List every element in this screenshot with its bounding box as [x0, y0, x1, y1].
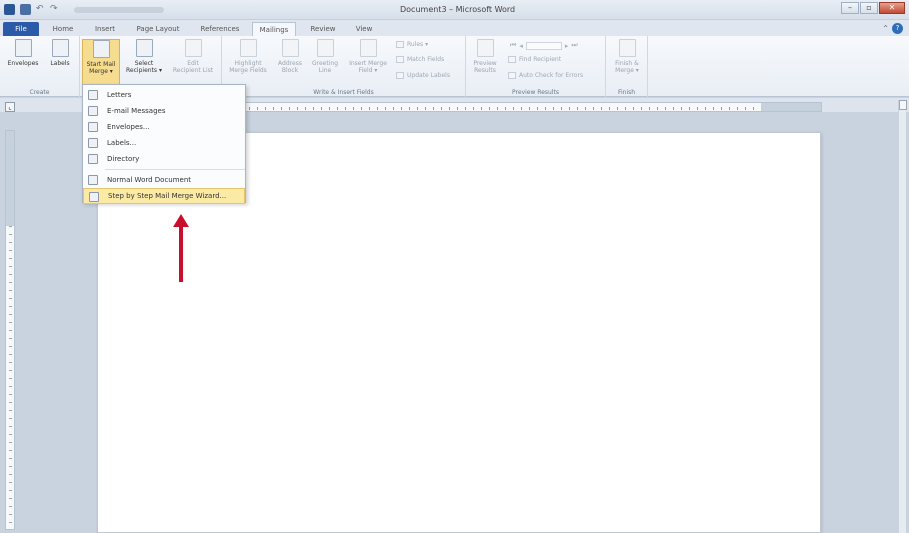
- menu-item-labels[interactable]: Labels...: [83, 135, 245, 151]
- tab-selector-icon[interactable]: ⌞: [5, 102, 15, 112]
- update-labels-button[interactable]: Update Labels: [396, 72, 450, 79]
- menu-item-normal-word-document[interactable]: Normal Word Document: [83, 172, 245, 188]
- find-icon: [508, 56, 516, 63]
- tab-file[interactable]: File: [3, 22, 39, 36]
- tab-review[interactable]: Review: [304, 22, 342, 36]
- group-label-finish: Finish: [617, 89, 636, 96]
- menu-separator: [105, 169, 245, 170]
- word-document-icon: [88, 175, 98, 185]
- select-recipients-button[interactable]: Select Recipients ▾: [122, 39, 166, 74]
- group-write-insert-fields: Highlight Merge Fields Address Block Gre…: [222, 36, 466, 97]
- tab-mailings[interactable]: Mailings: [252, 22, 296, 36]
- group-label-write: Write & Insert Fields: [313, 89, 374, 96]
- word-app-icon[interactable]: [4, 4, 15, 15]
- blurred-text: [74, 6, 164, 13]
- preview-results-button[interactable]: Preview Results: [468, 39, 502, 74]
- tab-references[interactable]: References: [194, 22, 246, 36]
- check-errors-icon: [508, 72, 516, 79]
- auto-check-errors-button[interactable]: Auto Check for Errors: [508, 72, 583, 79]
- wizard-icon: [89, 192, 99, 202]
- undo-icon[interactable]: ↶: [36, 4, 45, 15]
- greeting-line-icon: [316, 39, 334, 57]
- address-block-icon: [281, 39, 299, 57]
- vertical-ruler[interactable]: [5, 130, 15, 530]
- start-mail-merge-button[interactable]: Start Mail Merge ▾: [82, 39, 120, 87]
- finish-merge-button[interactable]: Finish & Merge ▾: [610, 39, 644, 74]
- view-ruler-icon[interactable]: [899, 100, 907, 110]
- group-label-preview: Preview Results: [512, 89, 559, 96]
- menu-item-mail-merge-wizard[interactable]: Step by Step Mail Merge Wizard...: [83, 188, 245, 204]
- menu-item-envelopes[interactable]: Envelopes...: [83, 119, 245, 135]
- ribbon-collapse-icon[interactable]: ⌃: [882, 24, 889, 33]
- tab-view[interactable]: View: [348, 22, 380, 36]
- email-icon: [88, 106, 98, 116]
- find-recipient-button[interactable]: Find Recipient: [508, 56, 561, 63]
- window-controls: – ▫ ✕: [841, 2, 905, 14]
- start-mail-merge-menu: Letters E-mail Messages Envelopes... Lab…: [82, 84, 246, 204]
- tab-home[interactable]: Home: [46, 22, 80, 36]
- labels-button[interactable]: Labels: [46, 39, 74, 67]
- menu-item-letters[interactable]: Letters: [83, 87, 245, 103]
- close-button[interactable]: ✕: [879, 2, 905, 14]
- preview-icon: [476, 39, 494, 57]
- edit-list-icon: [184, 39, 202, 57]
- insert-merge-field-button[interactable]: Insert Merge Field ▾: [344, 39, 392, 74]
- group-finish: Finish & Merge ▾ Finish: [606, 36, 648, 97]
- rules-button[interactable]: Rules ▾: [396, 41, 428, 48]
- quick-access-toolbar: ↶ ↷: [4, 4, 164, 15]
- highlight-icon: [239, 39, 257, 57]
- match-fields-button[interactable]: Match Fields: [396, 56, 444, 63]
- edit-recipient-list-button[interactable]: Edit Recipient List: [168, 39, 218, 74]
- envelope-icon: [14, 39, 32, 57]
- help-icon[interactable]: ?: [892, 23, 903, 34]
- help-area: ⌃ ?: [882, 23, 903, 34]
- next-record-icon[interactable]: ▸: [565, 42, 569, 50]
- menu-item-directory[interactable]: Directory: [83, 151, 245, 167]
- match-fields-icon: [396, 56, 404, 63]
- labels-icon: [88, 138, 98, 148]
- previous-record-icon[interactable]: ◂: [519, 42, 523, 50]
- labels-icon: [51, 39, 69, 57]
- window-title: Document3 – Microsoft Word: [400, 5, 516, 14]
- ribbon-tabs: File Home Insert Page Layout References …: [0, 20, 909, 36]
- record-number-input[interactable]: [525, 41, 562, 50]
- address-block-button[interactable]: Address Block: [274, 39, 306, 74]
- save-icon[interactable]: [20, 4, 31, 15]
- menu-item-email-messages[interactable]: E-mail Messages: [83, 103, 245, 119]
- start-mail-merge-icon: [92, 40, 110, 58]
- tab-insert[interactable]: Insert: [88, 22, 122, 36]
- minimize-button[interactable]: –: [841, 2, 859, 14]
- title-bar: ↶ ↷ Document3 – Microsoft Word – ▫ ✕: [0, 0, 909, 20]
- vertical-scrollbar[interactable]: [898, 100, 907, 533]
- tab-page-layout[interactable]: Page Layout: [130, 22, 186, 36]
- highlight-merge-fields-button[interactable]: Highlight Merge Fields: [226, 39, 270, 74]
- ruler-margin-right: [761, 103, 821, 111]
- greeting-line-button[interactable]: Greeting Line: [308, 39, 342, 74]
- insert-field-icon: [359, 39, 377, 57]
- envelope-icon: [88, 122, 98, 132]
- envelopes-button[interactable]: Envelopes: [4, 39, 42, 67]
- record-navigation: ⏮ ◂ ▸ ⏭: [510, 41, 578, 50]
- finish-merge-icon: [618, 39, 636, 57]
- update-labels-icon: [396, 72, 404, 79]
- directory-icon: [88, 154, 98, 164]
- red-arrow-annotation: [173, 214, 189, 282]
- ruler-margin-top: [6, 131, 14, 226]
- redo-icon[interactable]: ↷: [50, 4, 59, 15]
- rules-icon: [396, 41, 404, 48]
- group-create: Envelopes Labels Create: [0, 36, 80, 97]
- group-label-create: Create: [29, 89, 50, 96]
- maximize-button[interactable]: ▫: [860, 2, 878, 14]
- last-record-icon[interactable]: ⏭: [571, 41, 577, 50]
- select-recipients-icon: [135, 39, 153, 57]
- first-record-icon[interactable]: ⏮: [510, 41, 516, 50]
- letters-icon: [88, 90, 98, 100]
